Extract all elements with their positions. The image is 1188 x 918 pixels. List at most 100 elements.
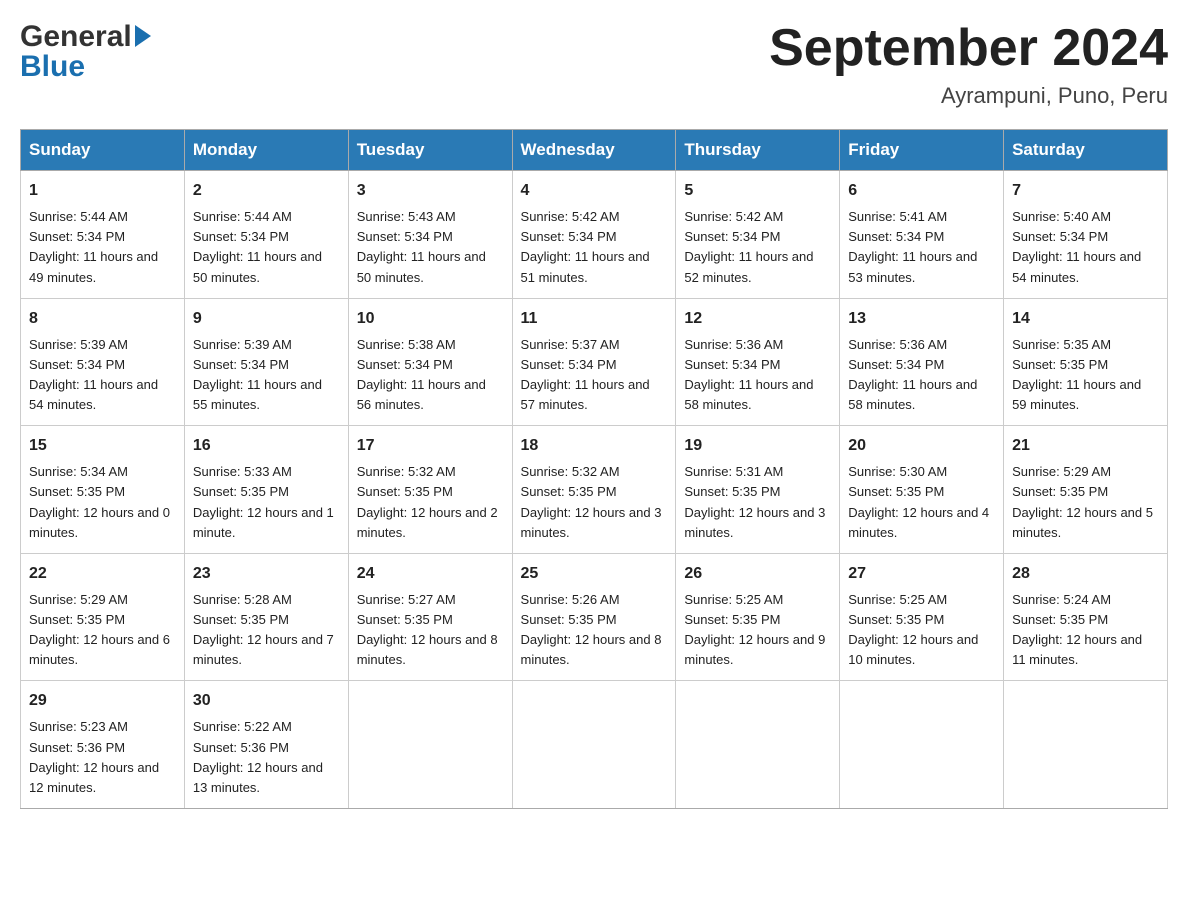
day-number: 7 (1012, 179, 1159, 203)
calendar-table: SundayMondayTuesdayWednesdayThursdayFrid… (20, 129, 1168, 809)
day-info: Sunrise: 5:32 AMSunset: 5:35 PMDaylight:… (521, 462, 668, 543)
calendar-cell (1004, 681, 1168, 809)
day-info: Sunrise: 5:29 AMSunset: 5:35 PMDaylight:… (1012, 462, 1159, 543)
day-info: Sunrise: 5:34 AMSunset: 5:35 PMDaylight:… (29, 462, 176, 543)
calendar-header-tuesday: Tuesday (348, 130, 512, 171)
calendar-cell: 3 Sunrise: 5:43 AMSunset: 5:34 PMDaylight… (348, 171, 512, 299)
calendar-cell: 8 Sunrise: 5:39 AMSunset: 5:34 PMDaylight… (21, 298, 185, 426)
day-number: 18 (521, 434, 668, 458)
calendar-header-sunday: Sunday (21, 130, 185, 171)
day-info: Sunrise: 5:25 AMSunset: 5:35 PMDaylight:… (684, 590, 831, 671)
calendar-cell: 2 Sunrise: 5:44 AMSunset: 5:34 PMDaylight… (184, 171, 348, 299)
day-number: 22 (29, 562, 176, 586)
day-info: Sunrise: 5:30 AMSunset: 5:35 PMDaylight:… (848, 462, 995, 543)
day-number: 6 (848, 179, 995, 203)
day-info: Sunrise: 5:25 AMSunset: 5:35 PMDaylight:… (848, 590, 995, 671)
calendar-cell: 9Sunrise: 5:39 AMSunset: 5:34 PMDaylight… (184, 298, 348, 426)
day-info: Sunrise: 5:44 AMSunset: 5:34 PMDaylight:… (193, 207, 340, 288)
day-number: 2 (193, 179, 340, 203)
calendar-cell: 13 Sunrise: 5:36 AMSunset: 5:34 PMDayligh… (840, 298, 1004, 426)
calendar-cell: 24 Sunrise: 5:27 AMSunset: 5:35 PMDayligh… (348, 553, 512, 681)
day-info: Sunrise: 5:40 AMSunset: 5:34 PMDaylight:… (1012, 207, 1159, 288)
day-number: 1 (29, 179, 176, 203)
calendar-cell: 15 Sunrise: 5:34 AMSunset: 5:35 PMDayligh… (21, 426, 185, 554)
day-info: Sunrise: 5:36 AMSunset: 5:34 PMDaylight:… (684, 335, 831, 416)
day-number: 8 (29, 307, 176, 331)
day-info: Sunrise: 5:43 AMSunset: 5:34 PMDaylight:… (357, 207, 504, 288)
day-info: Sunrise: 5:22 AMSunset: 5:36 PMDaylight:… (193, 717, 340, 798)
day-info: Sunrise: 5:41 AMSunset: 5:34 PMDaylight:… (848, 207, 995, 288)
day-info: Sunrise: 5:35 AMSunset: 5:35 PMDaylight:… (1012, 335, 1159, 416)
day-info: Sunrise: 5:32 AMSunset: 5:35 PMDaylight:… (357, 462, 504, 543)
day-number: 21 (1012, 434, 1159, 458)
calendar-cell: 25 Sunrise: 5:26 AMSunset: 5:35 PMDayligh… (512, 553, 676, 681)
day-number: 4 (521, 179, 668, 203)
month-title: September 2024 (769, 20, 1168, 77)
calendar-cell: 22 Sunrise: 5:29 AMSunset: 5:35 PMDayligh… (21, 553, 185, 681)
day-number: 25 (521, 562, 668, 586)
calendar-cell: 14 Sunrise: 5:35 AMSunset: 5:35 PMDayligh… (1004, 298, 1168, 426)
calendar-header-row: SundayMondayTuesdayWednesdayThursdayFrid… (21, 130, 1168, 171)
calendar-header-friday: Friday (840, 130, 1004, 171)
day-number: 26 (684, 562, 831, 586)
calendar-week-row: 8 Sunrise: 5:39 AMSunset: 5:34 PMDaylight… (21, 298, 1168, 426)
calendar-cell: 17 Sunrise: 5:32 AMSunset: 5:35 PMDayligh… (348, 426, 512, 554)
day-info: Sunrise: 5:42 AMSunset: 5:34 PMDaylight:… (684, 207, 831, 288)
day-info: Sunrise: 5:39 AMSunset: 5:34 PMDaylight:… (29, 335, 176, 416)
day-number: 17 (357, 434, 504, 458)
day-number: 19 (684, 434, 831, 458)
calendar-week-row: 1 Sunrise: 5:44 AMSunset: 5:34 PMDaylight… (21, 171, 1168, 299)
calendar-cell (840, 681, 1004, 809)
day-number: 14 (1012, 307, 1159, 331)
day-number: 5 (684, 179, 831, 203)
calendar-cell: 18 Sunrise: 5:32 AMSunset: 5:35 PMDayligh… (512, 426, 676, 554)
logo-blue-text: Blue (20, 50, 85, 84)
day-number: 30 (193, 689, 340, 713)
day-info: Sunrise: 5:29 AMSunset: 5:35 PMDaylight:… (29, 590, 176, 671)
calendar-cell (348, 681, 512, 809)
location-subtitle: Ayrampuni, Puno, Peru (769, 83, 1168, 109)
calendar-cell (676, 681, 840, 809)
calendar-header-wednesday: Wednesday (512, 130, 676, 171)
calendar-week-row: 22 Sunrise: 5:29 AMSunset: 5:35 PMDayligh… (21, 553, 1168, 681)
calendar-cell: 29 Sunrise: 5:23 AMSunset: 5:36 PMDayligh… (21, 681, 185, 809)
logo-general-text: General (20, 20, 151, 54)
day-info: Sunrise: 5:26 AMSunset: 5:35 PMDaylight:… (521, 590, 668, 671)
day-info: Sunrise: 5:23 AMSunset: 5:36 PMDaylight:… (29, 717, 176, 798)
day-number: 11 (521, 307, 668, 331)
day-info: Sunrise: 5:36 AMSunset: 5:34 PMDaylight:… (848, 335, 995, 416)
day-number: 27 (848, 562, 995, 586)
day-number: 16 (193, 434, 340, 458)
day-number: 3 (357, 179, 504, 203)
calendar-header-saturday: Saturday (1004, 130, 1168, 171)
calendar-week-row: 15 Sunrise: 5:34 AMSunset: 5:35 PMDayligh… (21, 426, 1168, 554)
logo-general-label: General (20, 20, 132, 53)
day-info: Sunrise: 5:42 AMSunset: 5:34 PMDaylight:… (521, 207, 668, 288)
day-info: Sunrise: 5:33 AMSunset: 5:35 PMDaylight:… (193, 462, 340, 543)
calendar-cell: 7 Sunrise: 5:40 AMSunset: 5:34 PMDaylight… (1004, 171, 1168, 299)
calendar-cell: 1 Sunrise: 5:44 AMSunset: 5:34 PMDaylight… (21, 171, 185, 299)
logo: General Blue (20, 20, 151, 84)
day-info: Sunrise: 5:44 AMSunset: 5:34 PMDaylight:… (29, 207, 176, 288)
calendar-cell: 21 Sunrise: 5:29 AMSunset: 5:35 PMDayligh… (1004, 426, 1168, 554)
calendar-cell: 11 Sunrise: 5:37 AMSunset: 5:34 PMDayligh… (512, 298, 676, 426)
title-area: September 2024 Ayrampuni, Puno, Peru (769, 20, 1168, 109)
calendar-cell: 16 Sunrise: 5:33 AMSunset: 5:35 PMDayligh… (184, 426, 348, 554)
day-number: 10 (357, 307, 504, 331)
calendar-cell: 20 Sunrise: 5:30 AMSunset: 5:35 PMDayligh… (840, 426, 1004, 554)
day-number: 15 (29, 434, 176, 458)
day-info: Sunrise: 5:24 AMSunset: 5:35 PMDaylight:… (1012, 590, 1159, 671)
day-number: 24 (357, 562, 504, 586)
calendar-cell: 28Sunrise: 5:24 AMSunset: 5:35 PMDayligh… (1004, 553, 1168, 681)
day-info: Sunrise: 5:39 AMSunset: 5:34 PMDaylight:… (193, 335, 340, 416)
day-number: 13 (848, 307, 995, 331)
day-number: 29 (29, 689, 176, 713)
day-info: Sunrise: 5:31 AMSunset: 5:35 PMDaylight:… (684, 462, 831, 543)
day-info: Sunrise: 5:28 AMSunset: 5:35 PMDaylight:… (193, 590, 340, 671)
day-number: 20 (848, 434, 995, 458)
calendar-cell: 27 Sunrise: 5:25 AMSunset: 5:35 PMDayligh… (840, 553, 1004, 681)
day-info: Sunrise: 5:37 AMSunset: 5:34 PMDaylight:… (521, 335, 668, 416)
calendar-cell: 30 Sunrise: 5:22 AMSunset: 5:36 PMDayligh… (184, 681, 348, 809)
day-info: Sunrise: 5:27 AMSunset: 5:35 PMDaylight:… (357, 590, 504, 671)
calendar-week-row: 29 Sunrise: 5:23 AMSunset: 5:36 PMDayligh… (21, 681, 1168, 809)
